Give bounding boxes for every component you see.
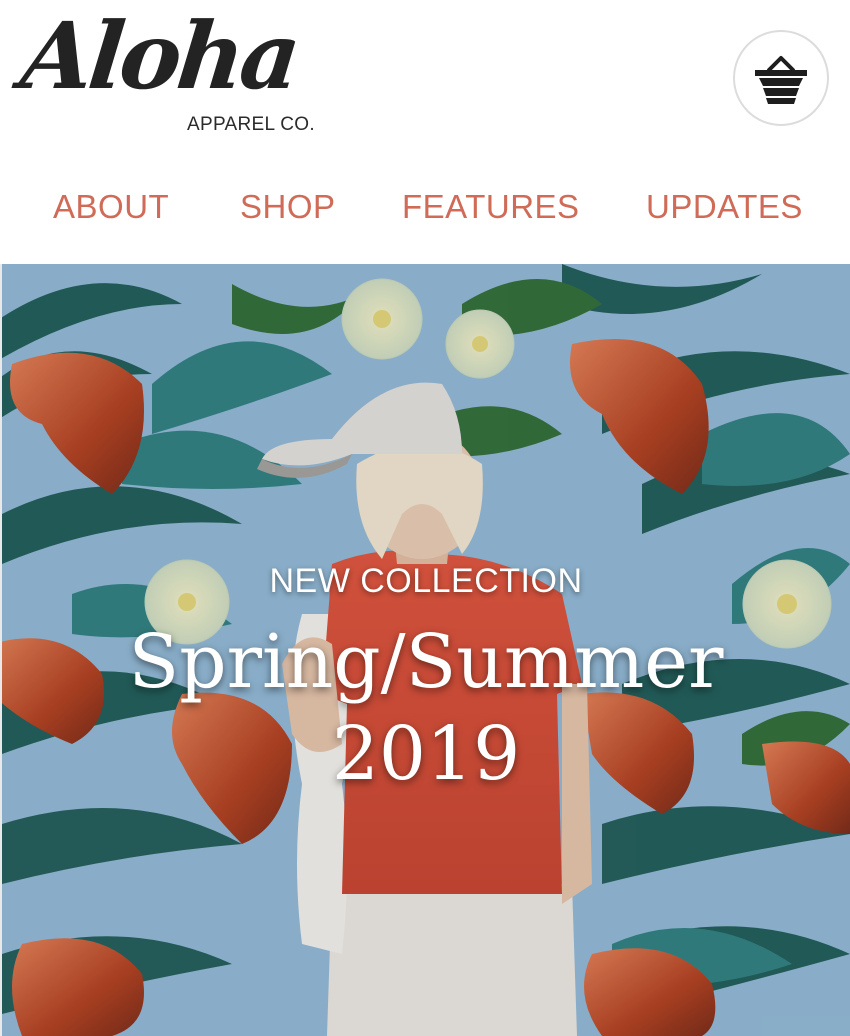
- nav-item-about[interactable]: ABOUT: [53, 188, 169, 226]
- site-header: Aloha APPAREL CO. ABOUT SHOP FEATURES UP…: [0, 0, 850, 264]
- main-nav: ABOUT SHOP FEATURES UPDATES: [0, 188, 850, 236]
- hero-title: Spring/Summer 2019: [2, 616, 850, 800]
- brand-logo[interactable]: Aloha APPAREL CO.: [16, 2, 332, 140]
- shopping-basket-icon: [755, 56, 807, 104]
- hero-kicker: NEW COLLECTION: [269, 562, 583, 600]
- hero-banner[interactable]: NEW COLLECTION Spring/Summer 2019: [2, 264, 850, 1036]
- nav-item-shop[interactable]: SHOP: [240, 188, 336, 226]
- hero-title-line1: Spring/Summer: [128, 619, 724, 705]
- hero-title-line2: 2019: [331, 711, 521, 797]
- nav-item-updates[interactable]: UPDATES: [646, 188, 803, 226]
- nav-item-features[interactable]: FEATURES: [402, 188, 580, 226]
- cart-button[interactable]: [733, 30, 829, 126]
- logo-subtitle: APPAREL CO.: [187, 114, 315, 135]
- logo-wordmark: Aloha: [16, 2, 302, 110]
